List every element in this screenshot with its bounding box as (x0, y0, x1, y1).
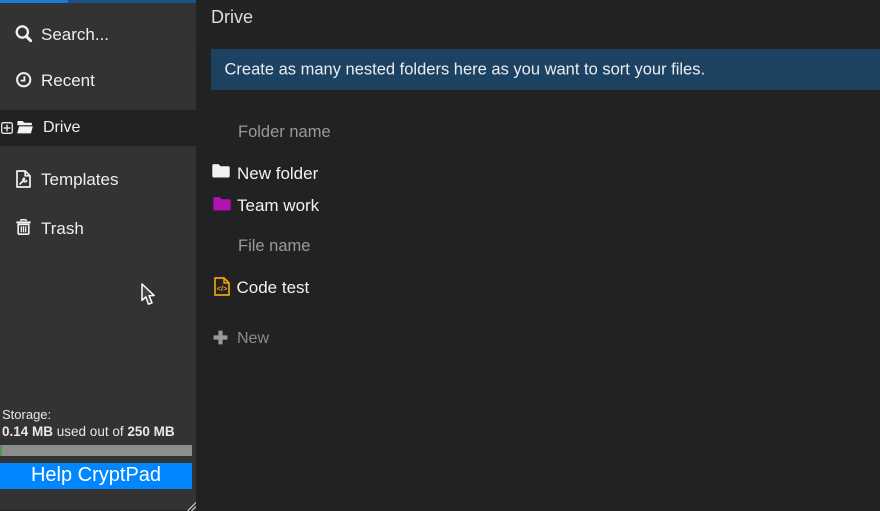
svg-text:</>: </> (216, 284, 227, 293)
